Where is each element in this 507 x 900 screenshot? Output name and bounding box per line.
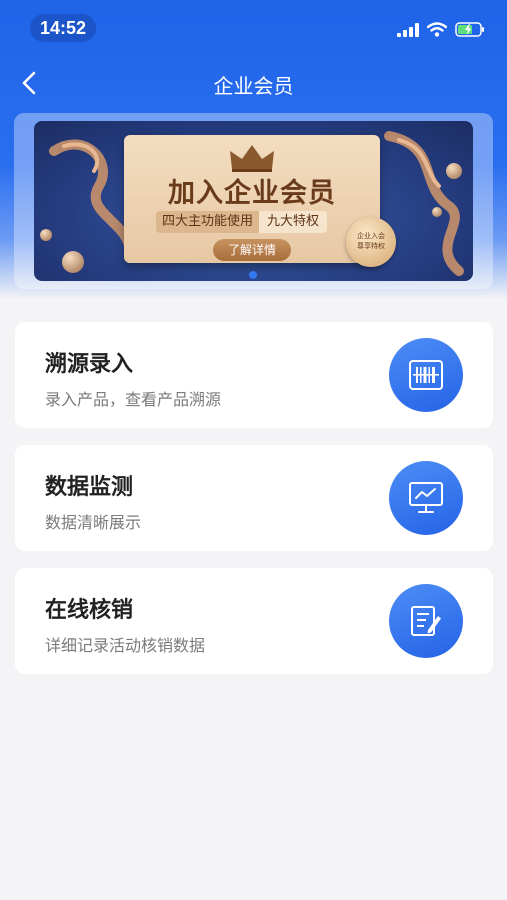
signal-icon	[397, 22, 419, 37]
document-edit-icon	[411, 606, 441, 636]
status-time: 14:52	[30, 14, 97, 42]
feature-icon-circle	[389, 338, 463, 412]
monitor-chart-icon	[409, 482, 443, 513]
learn-more-button[interactable]: 了解详情	[213, 239, 291, 261]
decor-ball	[62, 251, 84, 273]
feature-desc: 数据清晰展示	[45, 513, 142, 532]
feature-icon-circle	[389, 461, 463, 535]
barcode-scan-icon	[409, 360, 443, 390]
banner-container: 加入企业会员 四大主功能使用 九大特权 了解详情 企业入会 尊享特权	[14, 113, 493, 289]
page-title: 企业会员	[213, 74, 294, 98]
nav-bar: 企业会员	[0, 60, 507, 106]
feature-card-trace-entry[interactable]: 溯源录入 录入产品，查看产品溯源	[15, 322, 493, 428]
feature-title: 在线核销	[45, 598, 134, 623]
membership-banner[interactable]: 加入企业会员 四大主功能使用 九大特权 了解详情 企业入会 尊享特权	[34, 121, 473, 281]
feature-card-online-verify[interactable]: 在线核销 详细记录活动核销数据	[15, 568, 493, 674]
privilege-seal: 企业入会 尊享特权	[346, 217, 396, 267]
status-icons	[397, 22, 485, 37]
seal-line-1: 企业入会	[357, 232, 385, 240]
feature-title: 溯源录入	[45, 352, 134, 377]
feature-title: 数据监测	[45, 475, 134, 500]
banner-subtitle: 四大主功能使用 九大特权	[156, 211, 328, 233]
feature-icon-circle	[389, 584, 463, 658]
banner-title: 加入企业会员	[168, 178, 336, 209]
carousel-indicator[interactable]	[249, 271, 257, 279]
crown-icon	[230, 145, 274, 172]
membership-card: 加入企业会员 四大主功能使用 九大特权 了解详情	[124, 135, 380, 263]
ribbon-left	[49, 139, 134, 251]
wifi-icon	[427, 22, 447, 37]
banner-subtitle-left: 四大主功能使用	[156, 211, 260, 233]
seal-line-2: 尊享特权	[357, 242, 385, 250]
banner-subtitle-right: 九大特权	[259, 211, 328, 233]
battery-charging-icon	[455, 22, 484, 37]
feature-card-data-monitor[interactable]: 数据监测 数据清晰展示	[15, 445, 493, 551]
feature-desc: 详细记录活动核销数据	[45, 636, 206, 655]
status-bar: 14:52	[0, 0, 507, 56]
feature-desc: 录入产品，查看产品溯源	[45, 390, 222, 409]
